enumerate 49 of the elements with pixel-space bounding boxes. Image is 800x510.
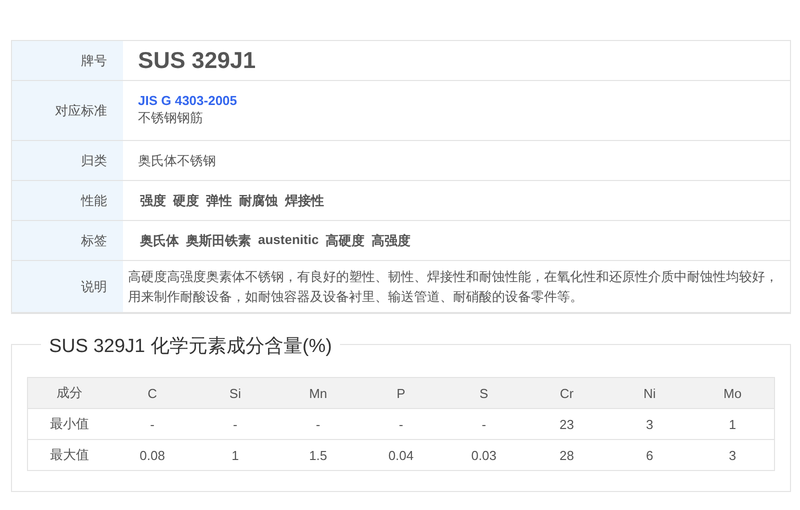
- field-label: 牌号: [81, 52, 107, 70]
- table-cell-text: 28: [558, 446, 575, 464]
- table-cell-text: -: [149, 416, 156, 434]
- column-header: Mo: [722, 384, 743, 402]
- standard-link[interactable]: JIS G 4303-2005: [138, 93, 786, 108]
- table-cell-text: 0.04: [387, 446, 415, 464]
- table-cell-text: -: [232, 416, 238, 434]
- table-cell-text: 0.03: [470, 446, 498, 464]
- grade-title: SUS 329J1: [138, 47, 257, 74]
- column-header: Cr: [558, 384, 575, 402]
- tag: 弹性: [206, 192, 232, 210]
- column-header: Mn: [308, 384, 328, 402]
- table-cell-text: 最小值: [48, 415, 90, 433]
- tag: 硬度: [173, 192, 199, 210]
- tag: 高强度: [372, 232, 411, 250]
- field-label: 标签: [81, 232, 107, 250]
- description-text: 高硬度高强度奥素体不锈钢，有良好的塑性、韧性、焊接性和耐蚀性能，在氧化性和还原性介质中耐蚀性均较好，用来制作耐酸设备，如耐蚀容器及设备衬里、输送管道、耐硝酸的设备零件等。: [128, 268, 779, 306]
- column-header: S: [478, 384, 490, 402]
- table-cell-text: 6: [645, 446, 654, 464]
- table-cell-text: -: [398, 416, 404, 434]
- tag: 焊接性: [285, 192, 324, 210]
- column-header: P: [396, 384, 406, 402]
- table-cell-text: 1: [728, 416, 738, 434]
- tag: austenitic: [258, 232, 319, 250]
- column-header: C: [146, 384, 158, 402]
- field-label: 性能: [81, 192, 107, 210]
- tag: 强度: [140, 192, 166, 210]
- section-title: SUS 329J1 化学元素成分含量(%): [41, 333, 340, 359]
- table-cell-text: -: [480, 416, 488, 434]
- table-cell-text: 23: [558, 416, 575, 434]
- table-cell-text: 1: [230, 446, 240, 464]
- table-cell-text: 最大值: [48, 446, 90, 464]
- table-cell-text: 3: [645, 416, 654, 434]
- column-header: 成分: [55, 384, 84, 402]
- standard-description: 不锈钢钢筋: [138, 109, 204, 127]
- table-cell-text: 1.5: [308, 446, 328, 464]
- table-cell-text: 3: [728, 446, 738, 464]
- field-label: 归类: [81, 152, 107, 170]
- column-header: Ni: [642, 384, 657, 402]
- field-label: 说明: [81, 278, 107, 296]
- table-cell-text: 0.08: [138, 446, 166, 464]
- category-text: 奥氏体不锈钢: [138, 152, 217, 170]
- tag: 奥斯田铁素: [186, 232, 251, 250]
- column-header: Si: [228, 384, 242, 402]
- table-cell-text: -: [314, 416, 322, 434]
- tag: 耐腐蚀: [239, 192, 278, 210]
- tag: 高硬度: [326, 232, 365, 250]
- field-label: 对应标准: [55, 102, 107, 120]
- tag: 奥氏体: [140, 232, 179, 250]
